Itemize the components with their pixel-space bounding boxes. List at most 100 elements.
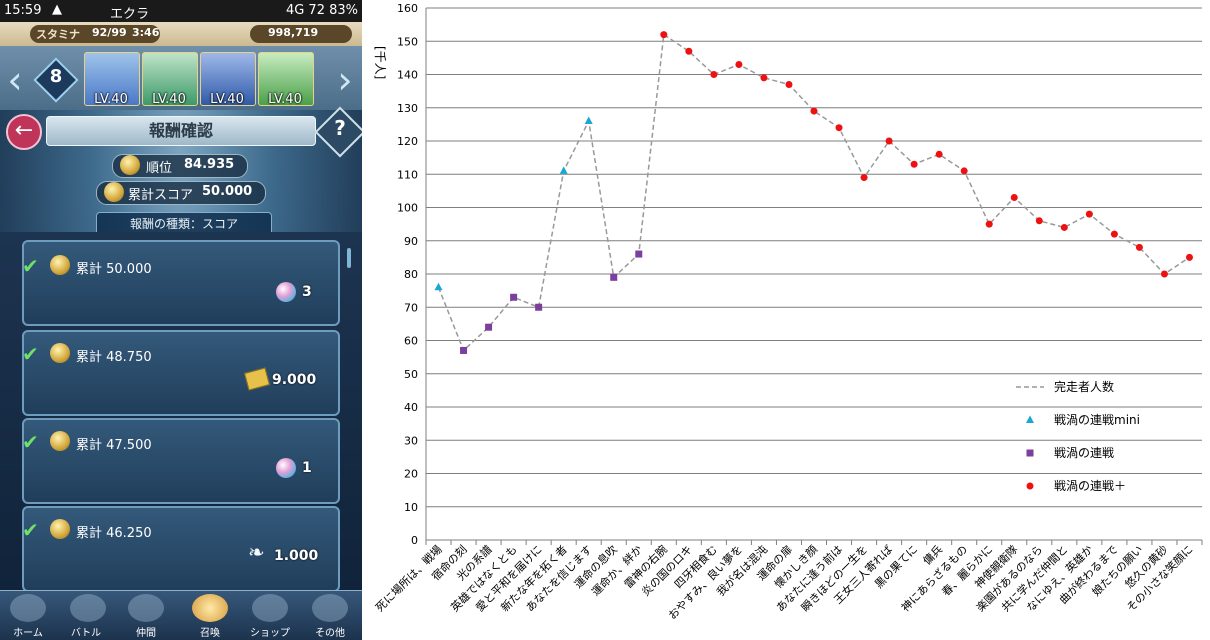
y-tick-label: 0 bbox=[411, 534, 418, 547]
reward-label: 累計 47.500 bbox=[76, 438, 152, 453]
nav-label: ショップ bbox=[250, 628, 290, 639]
legend-marker bbox=[1026, 482, 1034, 490]
data-point bbox=[510, 293, 518, 301]
help-icon: ? bbox=[334, 116, 346, 140]
resource-bar: スタミナ 92/99 3:46 998,719 bbox=[0, 22, 362, 47]
score-medal-icon bbox=[50, 519, 70, 539]
data-point bbox=[660, 31, 668, 39]
data-point bbox=[434, 282, 443, 291]
data-point bbox=[1085, 210, 1093, 218]
data-point bbox=[460, 346, 468, 354]
y-tick-label: 100 bbox=[397, 202, 418, 215]
status-app-name: エクラ bbox=[110, 7, 150, 22]
shop-icon bbox=[252, 594, 288, 622]
home-icon bbox=[10, 594, 46, 622]
gear-icon bbox=[312, 594, 348, 622]
y-tick-label: 60 bbox=[404, 335, 418, 348]
y-tick-label: 80 bbox=[404, 268, 418, 281]
stamina-label: スタミナ bbox=[36, 28, 80, 41]
data-point bbox=[885, 137, 893, 145]
allies-icon bbox=[128, 594, 164, 622]
score-value: 50.000 bbox=[202, 184, 253, 199]
orb-icon bbox=[276, 282, 296, 302]
data-point bbox=[559, 166, 568, 174]
reward-card[interactable] bbox=[22, 240, 340, 326]
team-number: 8 bbox=[49, 66, 63, 87]
status-time: 15:59 bbox=[4, 3, 42, 18]
reward-qty: 1 bbox=[302, 460, 312, 476]
data-point bbox=[1110, 230, 1118, 238]
data-point bbox=[610, 273, 618, 281]
score-icon bbox=[104, 182, 124, 202]
orb-icon bbox=[276, 458, 296, 478]
back-button[interactable]: ← bbox=[6, 114, 42, 150]
y-tick-label: 90 bbox=[404, 235, 418, 248]
reward-qty: 3 bbox=[302, 284, 312, 300]
rank-label: 順位 bbox=[146, 161, 173, 176]
page-title: 報酬確認 bbox=[46, 116, 316, 146]
series-line bbox=[437, 33, 1190, 352]
check-icon: ✔ bbox=[22, 342, 39, 366]
reward-qty: 9.000 bbox=[272, 372, 317, 388]
data-point bbox=[760, 74, 768, 82]
nav-label: ホーム bbox=[13, 628, 43, 639]
legend-marker bbox=[1026, 415, 1034, 423]
prev-team-icon[interactable]: ‹ bbox=[4, 58, 26, 102]
nav-label: バトル bbox=[70, 628, 102, 639]
data-point bbox=[810, 107, 818, 115]
data-point bbox=[1010, 194, 1018, 202]
grid-lines bbox=[425, 7, 1203, 545]
check-icon: ✔ bbox=[22, 430, 39, 454]
y-tick-label: 70 bbox=[404, 301, 418, 314]
data-point bbox=[1135, 243, 1143, 251]
y-tick-label: 40 bbox=[404, 401, 418, 414]
nav-label: 召喚 bbox=[200, 628, 220, 639]
scrollbar[interactable] bbox=[347, 248, 351, 268]
feather-icon: ❧ bbox=[248, 540, 265, 564]
reward-label: 累計 48.750 bbox=[76, 350, 152, 365]
hero-level: LV.40 bbox=[268, 92, 302, 107]
legend-marker bbox=[1026, 449, 1034, 457]
y-axis-ticks: 0 10 20 30 40 50 60 70 80 90 100 110 120 130 140 150 160 bbox=[397, 2, 418, 547]
y-tick-label: 140 bbox=[397, 69, 418, 82]
rank-value: 84.935 bbox=[184, 157, 235, 172]
y-tick-label: 160 bbox=[397, 2, 418, 15]
y-tick-label: 50 bbox=[404, 368, 418, 381]
legend-label: 戦渦の連戦＋ bbox=[1054, 478, 1126, 493]
data-point bbox=[910, 160, 918, 168]
data-point bbox=[485, 323, 493, 331]
next-team-icon[interactable]: › bbox=[334, 58, 356, 102]
y-tick-label: 110 bbox=[397, 168, 418, 181]
data-point bbox=[960, 167, 968, 175]
nav-label: その他 bbox=[315, 628, 345, 639]
check-icon: ✔ bbox=[22, 254, 39, 278]
data-point bbox=[985, 220, 993, 228]
completion-chart: 0 10 20 30 40 50 60 70 80 90 100 110 120 130 140 150 160… bbox=[373, 2, 1203, 622]
data-point bbox=[860, 174, 868, 182]
status-bar: 15:59 ▲ エクラ 4G 72 83% bbox=[0, 0, 362, 22]
reward-label: 累計 46.250 bbox=[76, 526, 152, 541]
data-point bbox=[835, 124, 843, 132]
series-group bbox=[434, 31, 1193, 354]
data-point bbox=[1035, 217, 1043, 225]
game-screen: 15:59 ▲ エクラ 4G 72 83% スタミナ 92/99 3:46 99… bbox=[0, 0, 362, 640]
data-point bbox=[735, 61, 743, 69]
y-tick-label: 30 bbox=[404, 434, 418, 447]
score-medal-icon bbox=[50, 255, 70, 275]
score-medal-icon bbox=[50, 343, 70, 363]
hero-level: LV.40 bbox=[152, 92, 186, 107]
rank-icon bbox=[120, 155, 140, 175]
y-tick-label: 120 bbox=[397, 135, 418, 148]
reward-qty: 1.000 bbox=[274, 548, 319, 564]
legend-label: 戦渦の連戦 bbox=[1054, 445, 1114, 460]
feather-value: 998,719 bbox=[268, 26, 319, 39]
back-arrow-icon: ← bbox=[14, 118, 34, 143]
y-tick-label: 130 bbox=[397, 102, 418, 115]
hero-level: LV.40 bbox=[94, 92, 128, 107]
data-point bbox=[785, 80, 793, 88]
y-tick-label: 150 bbox=[397, 35, 418, 48]
data-point bbox=[685, 47, 693, 55]
warning-icon: ▲ bbox=[52, 2, 62, 17]
score-label: 累計スコア bbox=[128, 188, 194, 203]
hero-level: LV.40 bbox=[210, 92, 244, 107]
